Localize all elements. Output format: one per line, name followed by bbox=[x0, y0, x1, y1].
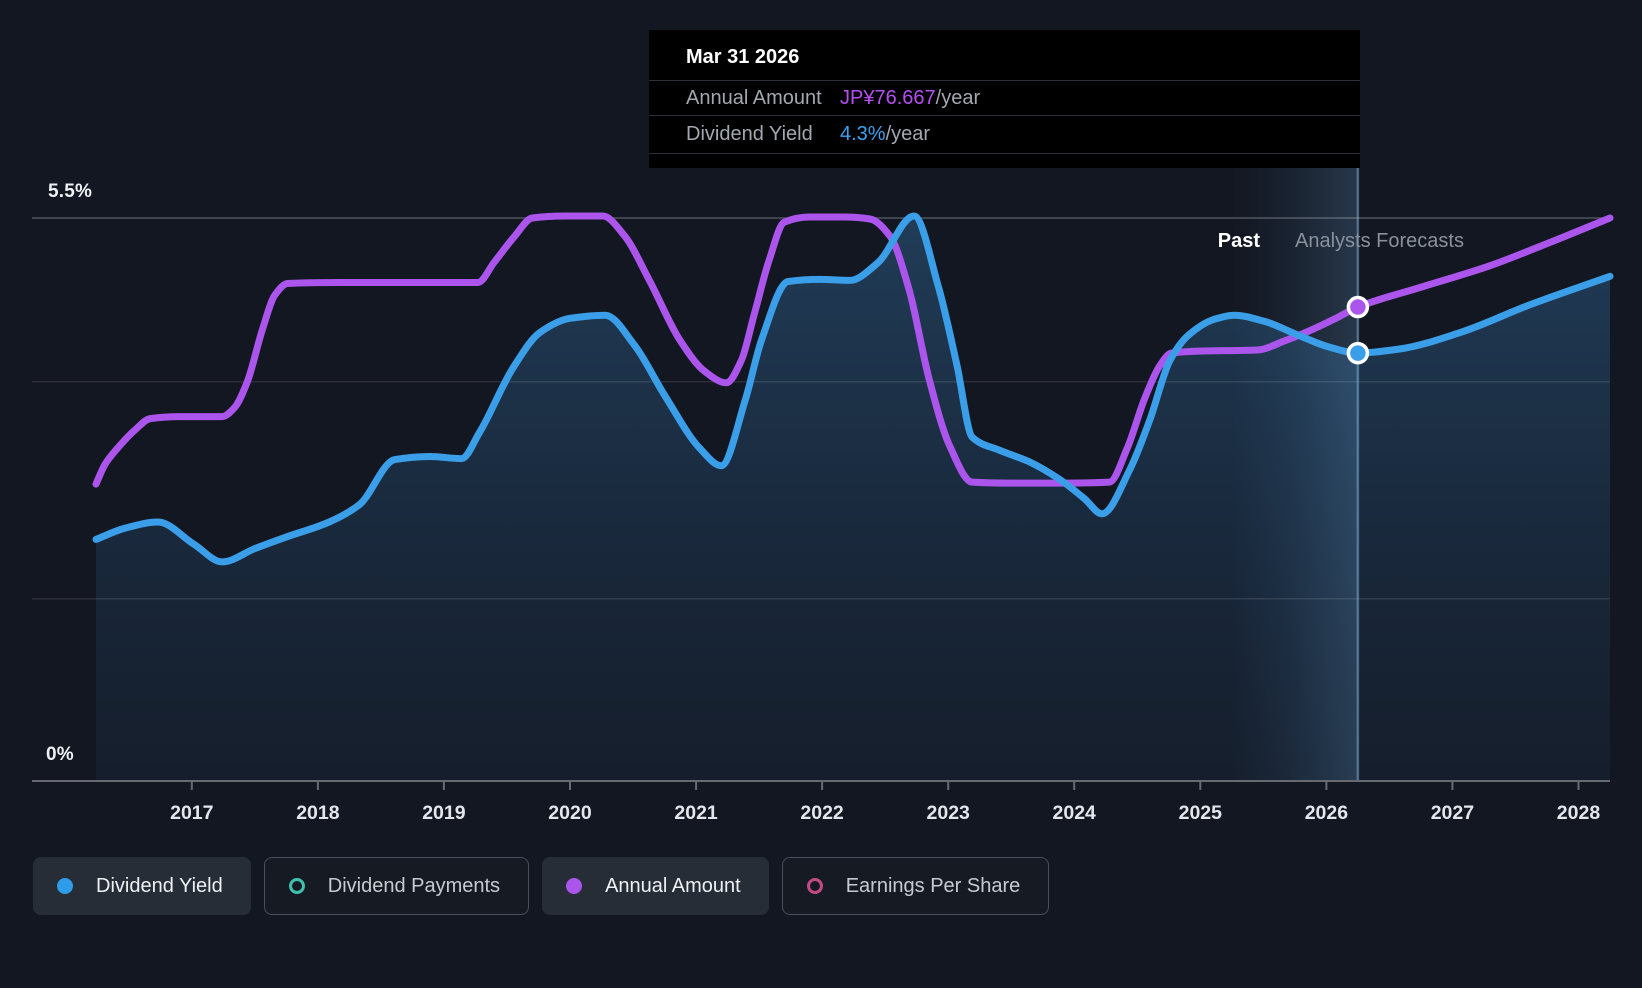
tooltip-row-dividend-yield: Dividend Yield 4.3% /year bbox=[649, 115, 1360, 154]
dividend-payments-ring-icon bbox=[288, 878, 305, 894]
dividend-yield-marker-dot[interactable] bbox=[1346, 341, 1370, 365]
y-axis-max-label: 5.5% bbox=[48, 181, 93, 202]
analysts-forecasts-section-label: Analysts Forecasts bbox=[1295, 230, 1464, 252]
x-axis-label: 2026 bbox=[1305, 802, 1349, 824]
x-axis-label: 2017 bbox=[170, 802, 213, 824]
hover-highlight-band bbox=[1231, 168, 1358, 780]
x-axis-label: 2025 bbox=[1179, 802, 1223, 824]
x-axis-label: 2024 bbox=[1053, 802, 1097, 824]
legend-label: Annual Amount bbox=[605, 874, 741, 897]
x-axis-label: 2028 bbox=[1557, 802, 1601, 824]
x-axis-label: 2020 bbox=[548, 802, 592, 824]
tooltip-dividend-yield-value: 4.3% bbox=[840, 123, 886, 145]
x-axis-label: 2023 bbox=[927, 802, 971, 824]
x-axis-label: 2019 bbox=[422, 802, 466, 824]
legend-toggle-dividend-payments[interactable]: Dividend Payments bbox=[263, 857, 530, 915]
past-section-label: Past bbox=[1217, 230, 1260, 252]
dividend-history-chart-page: 2017 2018 2019 2020 2021 2022 2023 2024 2025 2026… bbox=[0, 0, 1642, 988]
tooltip-annual-amount-suffix: /year bbox=[935, 86, 981, 109]
tooltip-dividend-yield-suffix: /year bbox=[885, 123, 931, 145]
legend-label: Earnings Per Share bbox=[845, 874, 1021, 897]
chart-tooltip: Mar 31 2026 Annual Amount JP¥76.667 /yea… bbox=[649, 30, 1360, 168]
legend-label: Dividend Payments bbox=[327, 874, 501, 897]
x-axis-label: 2021 bbox=[674, 802, 718, 824]
annual-amount-dot-icon bbox=[566, 878, 583, 894]
x-axis-label: 2018 bbox=[296, 802, 340, 824]
legend-toggle-annual-amount[interactable]: Annual Amount bbox=[542, 857, 769, 915]
chart-legend: Dividend Yield Dividend Payments Annual … bbox=[33, 857, 1050, 915]
annual-amount-marker-dot[interactable] bbox=[1346, 295, 1370, 319]
x-axis-label: 2027 bbox=[1431, 802, 1474, 824]
legend-toggle-earnings-per-share[interactable]: Earnings Per Share bbox=[781, 857, 1050, 915]
tooltip-dividend-yield-label: Dividend Yield bbox=[686, 123, 813, 145]
earnings-per-share-ring-icon bbox=[806, 878, 823, 894]
tooltip-annual-amount-label: Annual Amount bbox=[686, 86, 822, 109]
tooltip-date: Mar 31 2026 bbox=[686, 46, 800, 68]
tooltip-row-annual-amount: Annual Amount JP¥76.667 /year bbox=[649, 80, 1360, 115]
y-axis-min-label: 0% bbox=[46, 744, 74, 765]
x-axis-label: 2022 bbox=[800, 802, 844, 824]
tooltip-annual-amount-value: JP¥76.667 bbox=[840, 86, 936, 109]
legend-toggle-dividend-yield[interactable]: Dividend Yield bbox=[33, 857, 251, 915]
legend-label: Dividend Yield bbox=[96, 874, 223, 897]
dividend-yield-dot-icon bbox=[57, 878, 73, 894]
